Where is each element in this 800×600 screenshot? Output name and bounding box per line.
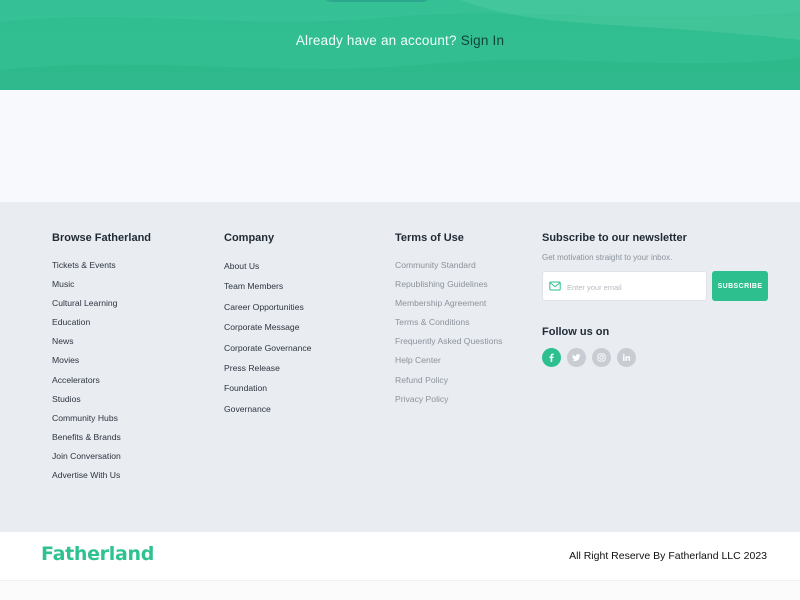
company-link[interactable]: About Us: [224, 256, 311, 276]
browse-link[interactable]: Join Conversation: [52, 447, 151, 466]
facebook-icon[interactable]: [542, 348, 561, 367]
terms-link[interactable]: Republishing Guidelines: [395, 275, 502, 294]
instagram-icon[interactable]: [592, 348, 611, 367]
browse-link[interactable]: Music: [52, 275, 151, 294]
fatherland-logo[interactable]: Fatherland: [41, 543, 154, 565]
newsletter-column: Subscribe to our newsletter Get motivati…: [542, 232, 768, 367]
browse-link[interactable]: Movies: [52, 351, 151, 370]
terms-link[interactable]: Help Center: [395, 351, 502, 370]
browse-link[interactable]: News: [52, 332, 151, 351]
browse-link[interactable]: Advertise With Us: [52, 466, 151, 485]
newsletter-description: Get motivation straight to your inbox.: [542, 253, 673, 262]
company-link[interactable]: Team Members: [224, 276, 311, 296]
browse-link[interactable]: Community Hubs: [52, 409, 151, 428]
email-field-box: [542, 271, 707, 301]
email-input[interactable]: [567, 278, 699, 296]
terms-link[interactable]: Community Standard: [395, 256, 502, 275]
company-column: Company About Us Team Members Career Opp…: [224, 232, 311, 419]
terms-link[interactable]: Refund Policy: [395, 371, 502, 390]
company-link[interactable]: Career Opportunities: [224, 297, 311, 317]
browse-link[interactable]: Education: [52, 313, 151, 332]
linkedin-icon[interactable]: [617, 348, 636, 367]
terms-link[interactable]: Privacy Policy: [395, 390, 502, 409]
browse-column: Browse Fatherland Tickets & Events Music…: [52, 232, 151, 485]
signin-prompt: Already have an account? Sign In: [0, 33, 800, 48]
terms-link[interactable]: Frequently Asked Questions: [395, 332, 502, 351]
signup-button-edge[interactable]: [322, 0, 432, 2]
empty-section: [0, 90, 800, 202]
footer-links: Browse Fatherland Tickets & Events Music…: [0, 202, 800, 532]
subscribe-button[interactable]: SUBSCRIBE: [712, 271, 768, 301]
company-title: Company: [224, 232, 275, 244]
mail-icon: [549, 281, 561, 291]
terms-link[interactable]: Terms & Conditions: [395, 313, 502, 332]
browse-link[interactable]: Tickets & Events: [52, 256, 151, 275]
social-links: [542, 348, 768, 367]
signup-hero-band: Already have an account? Sign In: [0, 0, 800, 90]
signin-prompt-text: Already have an account?: [295, 33, 457, 48]
page-bottom-edge: [0, 580, 800, 600]
newsletter-title: Subscribe to our newsletter: [542, 232, 687, 244]
terms-column: Terms of Use Community Standard Republis…: [395, 232, 502, 409]
browse-title: Browse Fatherland: [52, 232, 152, 244]
browse-link[interactable]: Accelerators: [52, 371, 151, 390]
terms-link[interactable]: Membership Agreement: [395, 294, 502, 313]
signin-link[interactable]: Sign In: [461, 33, 504, 48]
bottom-bar: Fatherland All Right Reserve By Fatherla…: [0, 532, 800, 580]
browse-link[interactable]: Benefits & Brands: [52, 428, 151, 447]
browse-link[interactable]: Studios: [52, 390, 151, 409]
company-link[interactable]: Foundation: [224, 378, 311, 398]
twitter-icon[interactable]: [567, 348, 586, 367]
terms-title: Terms of Use: [395, 232, 464, 244]
company-link[interactable]: Corporate Governance: [224, 338, 311, 358]
follow-title: Follow us on: [542, 326, 610, 338]
company-link[interactable]: Governance: [224, 399, 311, 419]
company-link[interactable]: Corporate Message: [224, 317, 311, 337]
browse-link[interactable]: Cultural Learning: [52, 294, 151, 313]
company-link[interactable]: Press Release: [224, 358, 311, 378]
subscribe-form: SUBSCRIBE: [542, 271, 768, 301]
copyright-text: All Right Reserve By Fatherland LLC 2023: [569, 550, 767, 562]
